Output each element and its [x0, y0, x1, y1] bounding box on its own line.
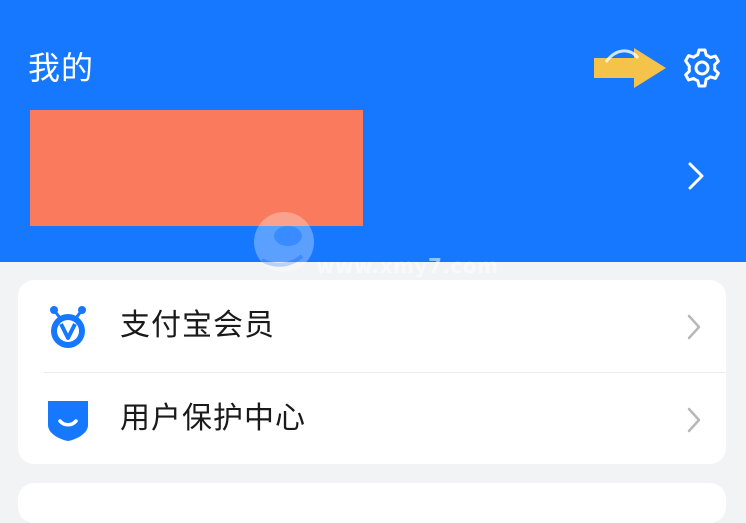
menu-item-label: 支付宝会员: [120, 308, 275, 343]
redacted-profile-info: [30, 110, 363, 226]
menu-card: 支付宝会员 用户保护中心: [18, 280, 726, 464]
menu-item-alipay-member[interactable]: 支付宝会员: [18, 280, 726, 373]
gear-icon: [684, 48, 720, 88]
settings-button[interactable]: [676, 42, 728, 94]
profile-header: 我的: [0, 0, 746, 262]
page-title: 我的: [28, 49, 95, 87]
next-card: [18, 483, 726, 523]
shield-icon: [48, 401, 88, 441]
chevron-right-icon[interactable]: [680, 156, 712, 196]
menu-item-user-protection[interactable]: 用户保护中心: [18, 373, 726, 464]
menu-item-label: 用户保护中心: [120, 401, 306, 436]
chevron-right-icon: [687, 407, 701, 433]
arrow-right-icon: [594, 48, 666, 88]
alipay-member-icon: [50, 306, 86, 348]
chevron-right-icon: [687, 314, 701, 340]
